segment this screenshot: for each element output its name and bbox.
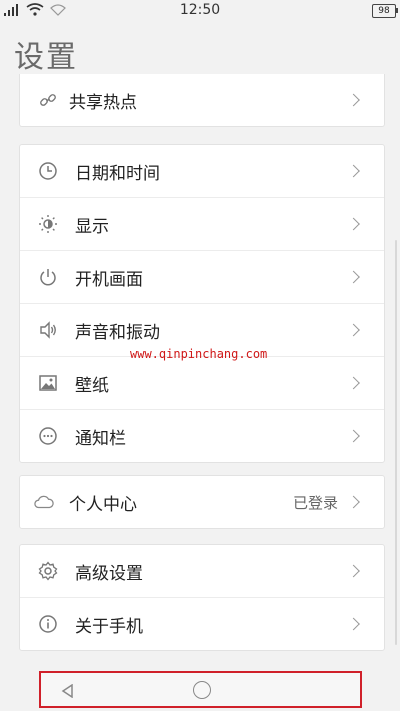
chevron-right-icon xyxy=(347,495,360,509)
chevron-right-icon xyxy=(347,429,360,443)
link-icon xyxy=(38,90,58,110)
chevron-right-icon xyxy=(347,93,360,107)
row-label: 个人中心 xyxy=(69,494,137,515)
status-time: 12:50 xyxy=(179,2,221,18)
watermark: www.qinpinchang.com xyxy=(130,347,268,361)
row-label: 开机画面 xyxy=(75,269,143,290)
row-label: 关于手机 xyxy=(75,616,143,637)
page-title: 设置 xyxy=(14,40,78,75)
settings-group-network: 共享热点 xyxy=(19,74,385,127)
row-label: 高级设置 xyxy=(75,563,143,584)
row-label: 声音和振动 xyxy=(75,322,160,343)
battery-icon: 98 xyxy=(372,4,398,18)
row-label: 通知栏 xyxy=(75,428,126,449)
power-icon xyxy=(38,267,58,287)
chevron-right-icon xyxy=(347,376,360,390)
row-label: 日期和时间 xyxy=(75,163,160,184)
row-label: 壁纸 xyxy=(75,375,109,396)
row-label: 显示 xyxy=(75,216,109,237)
back-icon[interactable] xyxy=(61,683,75,702)
info-icon xyxy=(38,614,58,634)
row-date-time[interactable]: 日期和时间 xyxy=(20,145,384,198)
row-personal-center[interactable]: 个人中心 已登录 xyxy=(20,476,384,528)
row-wallpaper[interactable]: 壁纸 xyxy=(20,357,384,410)
settings-group-system: 高级设置 关于手机 xyxy=(19,544,385,651)
status-bar: 12:50 98 xyxy=(0,0,400,22)
chevron-right-icon xyxy=(347,164,360,178)
cloud-icon xyxy=(34,492,54,512)
brightness-icon xyxy=(38,214,58,234)
more-dots-icon xyxy=(38,426,58,446)
gear-icon xyxy=(38,561,58,581)
row-hotspot[interactable]: 共享热点 xyxy=(20,74,384,126)
chevron-right-icon xyxy=(347,217,360,231)
navigation-bar xyxy=(39,671,362,708)
settings-group-device: 日期和时间 显示 开机画面 声音和振动 壁纸 通知栏 xyxy=(19,144,385,463)
clock-icon xyxy=(38,161,58,181)
image-icon xyxy=(38,373,58,393)
row-advanced-settings[interactable]: 高级设置 xyxy=(20,545,384,598)
row-about-phone[interactable]: 关于手机 xyxy=(20,598,384,650)
scrollbar[interactable] xyxy=(395,240,397,645)
row-display[interactable]: 显示 xyxy=(20,198,384,251)
chevron-right-icon xyxy=(347,323,360,337)
chevron-right-icon xyxy=(347,270,360,284)
chevron-right-icon xyxy=(347,564,360,578)
row-boot-screen[interactable]: 开机画面 xyxy=(20,251,384,304)
settings-group-account: 个人中心 已登录 xyxy=(19,475,385,529)
row-label: 共享热点 xyxy=(69,92,137,113)
login-status: 已登录 xyxy=(292,493,338,512)
home-icon[interactable] xyxy=(193,681,211,699)
row-notification-bar[interactable]: 通知栏 xyxy=(20,410,384,462)
speaker-icon xyxy=(38,320,58,340)
chevron-right-icon xyxy=(347,617,360,631)
